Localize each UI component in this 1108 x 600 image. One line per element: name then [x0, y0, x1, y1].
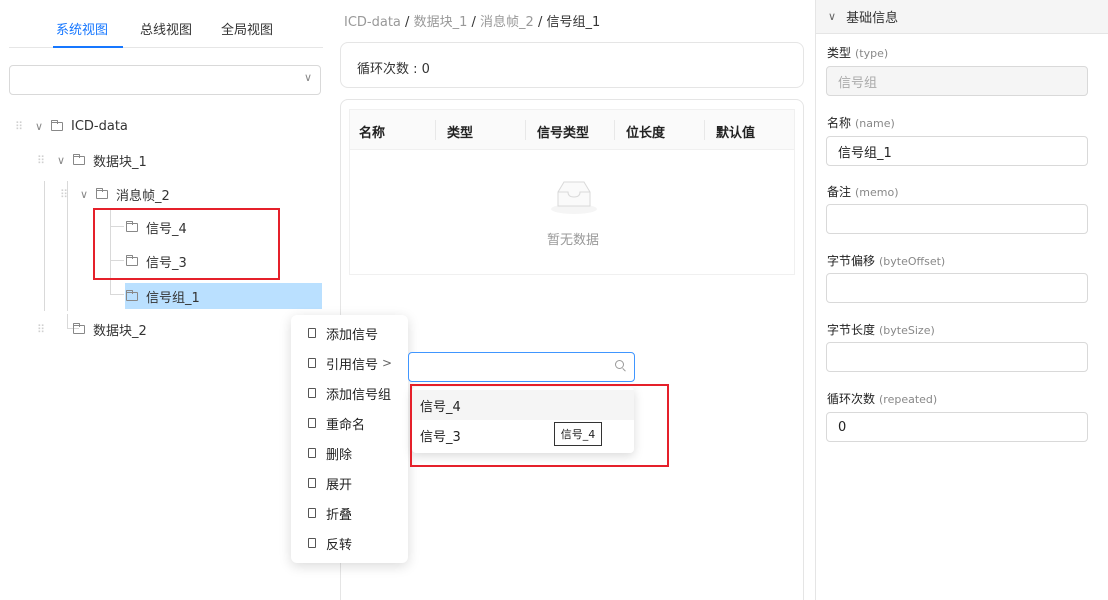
menu-item-expand[interactable]: 展开 [291, 468, 408, 498]
field-label-byte-offset: 字节偏移 (byteOffset) [827, 254, 946, 268]
column-header-bit-length: 位长度 [626, 126, 666, 141]
tree-node-label: 数据块_1 [93, 154, 147, 170]
folder-icon [126, 289, 138, 301]
column-header-name: 名称 [359, 126, 386, 141]
view-select[interactable]: ∨ [9, 65, 321, 95]
document-icon [308, 418, 316, 428]
highlight-box [93, 208, 280, 280]
signals-card: 名称 类型 信号类型 位长度 默认值 暂无数据 [340, 99, 804, 600]
menu-item-reverse[interactable]: 反转 [291, 528, 408, 558]
table-header: 名称 类型 信号类型 位长度 默认值 [350, 110, 794, 150]
loop-count-label: 循环次数 : 0 [357, 62, 430, 77]
menu-item-add-signal[interactable]: 添加信号 [291, 318, 408, 348]
field-label-byte-size: 字节长度 (byteSize) [827, 323, 935, 337]
name-field[interactable]: 信号组_1 [826, 136, 1088, 166]
column-header-default: 默认值 [716, 126, 756, 141]
menu-item-rename[interactable]: 重命名 [291, 408, 408, 438]
document-icon [308, 358, 316, 368]
breadcrumb-separator: / [537, 15, 543, 30]
byte-size-field[interactable] [826, 342, 1088, 372]
menu-item-delete[interactable]: 删除 [291, 438, 408, 468]
breadcrumb-item[interactable]: 消息帧_2 [480, 15, 534, 30]
empty-inbox-icon [551, 181, 597, 214]
drag-handle-icon[interactable]: ⠿ [37, 154, 53, 167]
document-icon [308, 478, 316, 488]
document-icon [308, 448, 316, 458]
section-header-basic-info[interactable]: ∨ 基础信息 [816, 0, 1108, 34]
tree-node-label: ICD-data [71, 118, 128, 134]
breadcrumb-separator: / [471, 15, 476, 30]
active-tab-indicator [53, 46, 123, 48]
breadcrumb-item[interactable]: ICD-data [344, 15, 401, 30]
context-menu: 添加信号 引用信号 > 添加信号组 重命名 删除 展开 折叠 反转 [291, 315, 408, 563]
document-icon [308, 508, 316, 518]
tree-node-block-2[interactable]: ⠿ 数据块_2 [37, 316, 147, 342]
caret-down-icon[interactable]: ∨ [31, 120, 47, 133]
field-label-repeated: 循环次数 (repeated) [827, 392, 938, 406]
chevron-down-icon: ∨ [303, 71, 312, 84]
caret-down-icon[interactable]: ∨ [76, 188, 92, 201]
folder-icon [51, 119, 63, 131]
caret-down-icon[interactable]: ∨ [53, 154, 69, 167]
empty-text: 暂无数据 [547, 233, 600, 248]
tree-node-group-1[interactable]: 信号组_1 [122, 283, 200, 309]
field-label-name: 名称 (name) [827, 116, 895, 130]
document-icon [308, 538, 316, 548]
tree-node-label: 消息帧_2 [116, 188, 170, 204]
document-icon [308, 328, 316, 338]
tab-system-view[interactable]: 系统视图 [56, 19, 108, 38]
menu-item-collapse[interactable]: 折叠 [291, 498, 408, 528]
document-icon [308, 388, 316, 398]
field-label-type: 类型 (type) [827, 46, 889, 60]
menu-item-reference-signal[interactable]: 引用信号 > [291, 348, 408, 378]
section-title: 基础信息 [846, 11, 899, 26]
chevron-down-icon: ∨ [828, 10, 837, 23]
field-label-memo: 备注 (memo) [827, 185, 899, 199]
breadcrumb-current: 信号组_1 [546, 15, 601, 30]
tree-node-label: 数据块_2 [93, 323, 147, 339]
folder-icon [73, 153, 85, 165]
folder-icon [73, 322, 85, 334]
drag-handle-icon[interactable]: ⠿ [37, 323, 53, 336]
tree-node-label: 信号组_1 [146, 290, 200, 306]
tree-guide-line [44, 181, 45, 311]
properties-panel: ∨ 基础信息 类型 (type) 信号组 名称 (name) 信号组_1 备注 (me… [815, 0, 1108, 600]
tree-node-frame-2[interactable]: ⠿ ∨ 消息帧_2 [60, 181, 170, 207]
breadcrumb-item[interactable]: 数据块_1 [414, 15, 468, 30]
loop-count-card: 循环次数 : 0 [340, 42, 804, 88]
view-tabs: 系统视图 总线视图 全局视图 [9, 10, 323, 48]
repeated-field[interactable]: 0 [826, 412, 1088, 442]
drag-handle-icon[interactable]: ⠿ [60, 188, 76, 201]
type-field: 信号组 [826, 66, 1088, 96]
folder-icon [96, 187, 108, 199]
search-icon [615, 360, 624, 369]
tab-bus-view[interactable]: 总线视图 [140, 19, 192, 38]
breadcrumb: ICD-data / 数据块_1 / 消息帧_2 / 信号组_1 [344, 11, 600, 30]
signals-table: 名称 类型 信号类型 位长度 默认值 暂无数据 [349, 109, 795, 275]
submenu-arrow-icon: > [382, 356, 393, 370]
reference-search-input[interactable] [408, 352, 635, 382]
highlight-box [410, 384, 669, 467]
menu-item-add-signal-group[interactable]: 添加信号组 [291, 378, 408, 408]
breadcrumb-separator: / [405, 15, 410, 30]
column-header-signal-type: 信号类型 [537, 126, 590, 141]
tree-node-block-1[interactable]: ⠿ ∨ 数据块_1 [37, 147, 147, 173]
tree-node-icd-data[interactable]: ⠿ ∨ ICD-data [15, 113, 128, 139]
byte-offset-field[interactable] [826, 273, 1088, 303]
drag-handle-icon[interactable]: ⠿ [15, 120, 31, 133]
left-panel: 系统视图 总线视图 全局视图 ∨ ⠿ ∨ ICD-data ⠿ ∨ 数据块_1 … [0, 0, 330, 600]
column-header-type: 类型 [447, 126, 474, 141]
memo-field[interactable] [826, 204, 1088, 234]
tab-global-view[interactable]: 全局视图 [221, 19, 273, 38]
